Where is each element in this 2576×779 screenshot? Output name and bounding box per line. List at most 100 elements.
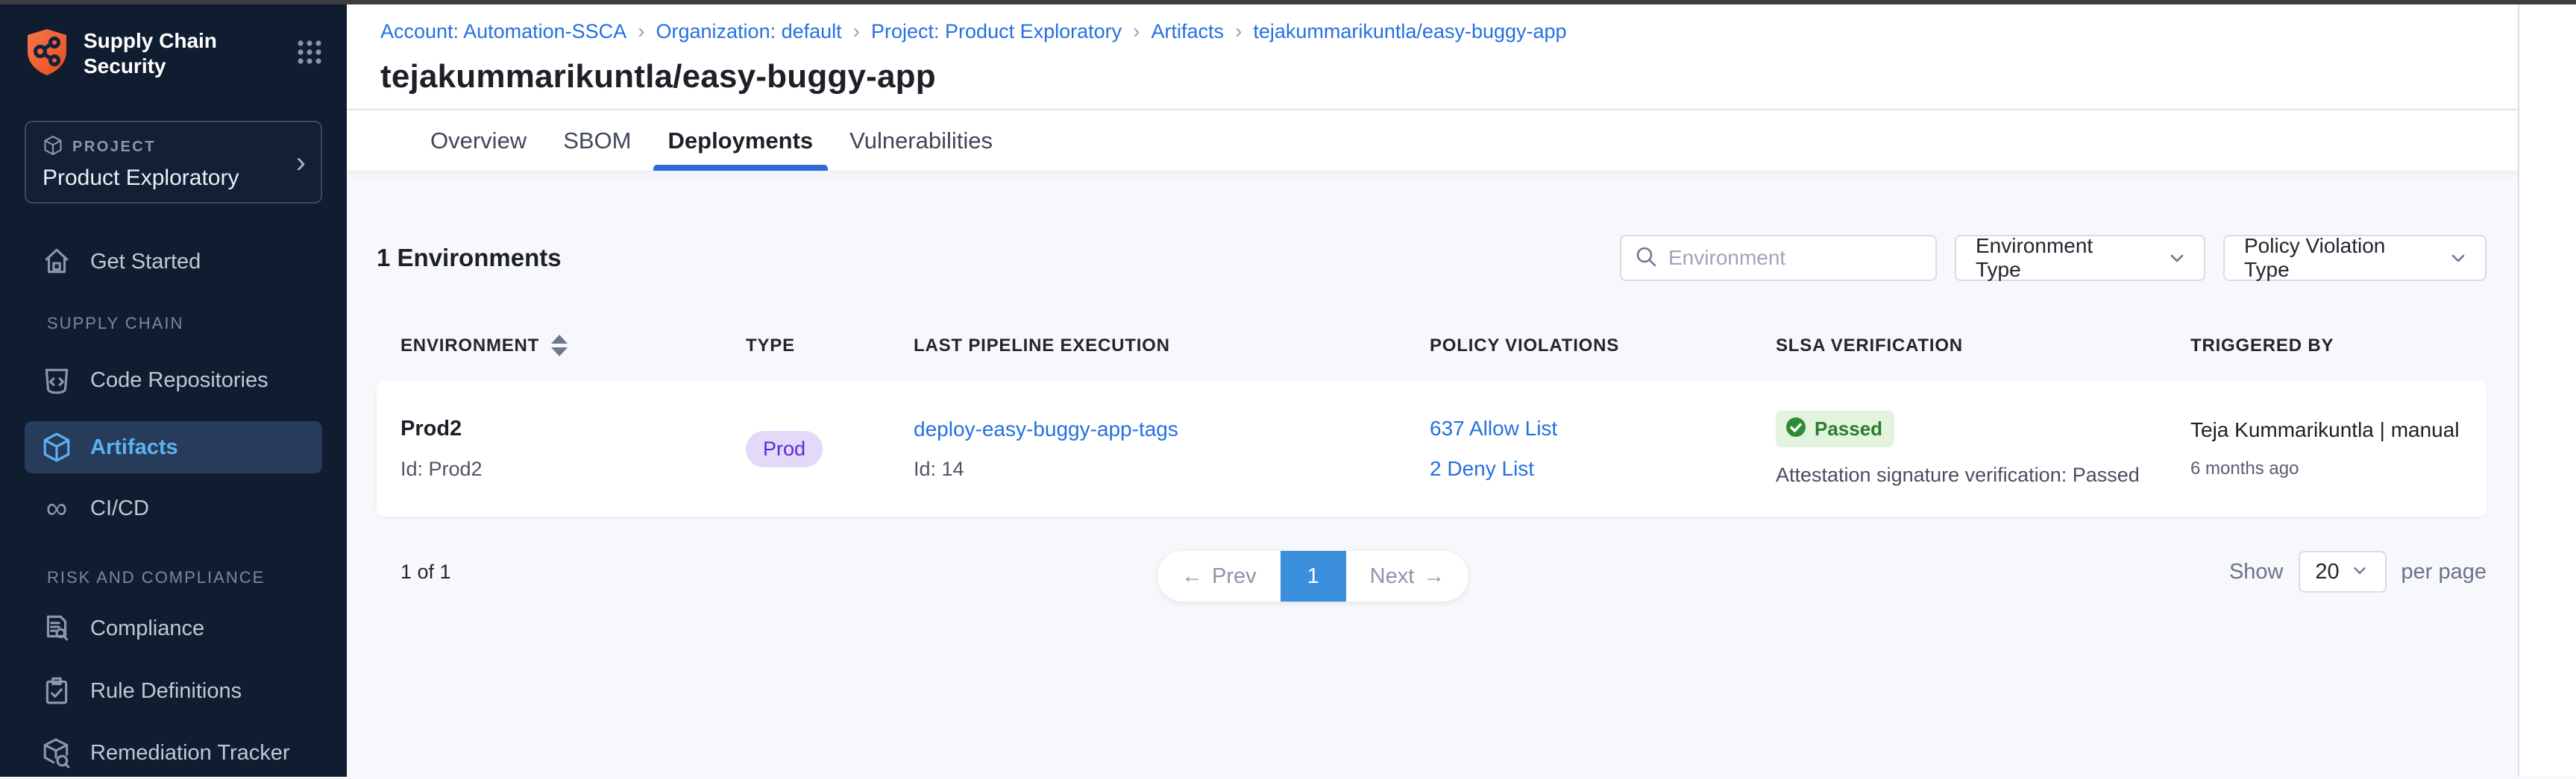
page-number-button[interactable]: 1 [1281,551,1346,602]
page-size-select[interactable]: 20 [2299,551,2387,593]
column-header-policy-violations: POLICY VIOLATIONS [1430,335,1776,356]
breadcrumb-artifacts[interactable]: Artifacts [1151,20,1224,43]
page-header: Account: Automation-SSCA › Organization:… [347,4,2518,110]
pipeline-execution-id: Id: 14 [914,458,1430,481]
main-area: Account: Automation-SSCA › Organization:… [347,4,2518,777]
environment-name: Prod2 [400,417,746,441]
tab-overview[interactable]: Overview [430,110,527,171]
environment-type-dropdown[interactable]: Environment Type [1955,235,2205,281]
sidebar: Supply Chain Security PROJECT [0,4,347,777]
page-title: tejakummarikuntla/easy-buggy-app [380,58,2518,95]
breadcrumb-account[interactable]: Account: Automation-SSCA [380,20,626,43]
chevron-right-icon: › [1133,19,1140,43]
project-label: PROJECT [72,139,156,156]
sidebar-item-label: Remediation Tracker [90,741,290,766]
artifacts-cube-icon [41,432,72,463]
project-name: Product Exploratory [43,165,306,191]
cell-type: Prod [746,431,914,467]
triggered-by-time: 6 months ago [2190,458,2487,479]
sort-icon[interactable] [551,335,568,356]
environment-search-input[interactable] [1668,246,1923,270]
infinity-icon: ∞ [41,493,72,524]
scrollbar-track[interactable] [2518,4,2576,777]
breadcrumb: Account: Automation-SSCA › Organization:… [380,19,2518,43]
project-selector[interactable]: PROJECT Product Exploratory › [25,121,322,204]
environment-type-badge: Prod [746,431,823,467]
next-page-button[interactable]: Next → [1346,551,1469,602]
app-root: Supply Chain Security PROJECT [0,4,2576,777]
toolbar: 1 Environments Environment Type [377,235,2487,281]
home-icon [41,246,72,277]
column-header-environment[interactable]: ENVIRONMENT [377,335,746,356]
code-repository-icon [41,365,72,396]
project-cube-icon [43,135,63,160]
cell-last-pipeline-execution: deploy-easy-buggy-app-tags Id: 14 [914,417,1430,481]
chevron-down-icon [2448,247,2469,268]
brand-title: Supply Chain Security [84,27,217,79]
slsa-detail: Attestation signature verification: Pass… [1776,464,2190,487]
supply-chain-security-logo-icon [22,27,72,81]
cell-environment: Prod2 Id: Prod2 [377,417,746,481]
sidebar-item-label: Compliance [90,616,204,641]
deployments-content: 1 Environments Environment Type [347,171,2518,777]
sidebar-item-label: Rule Definitions [90,679,242,704]
chevron-down-icon [2350,561,2369,584]
arrow-left-icon: ← [1181,564,1203,589]
document-search-icon [41,613,72,644]
pager: ← Prev 1 Next → [1157,551,1468,602]
sidebar-item-artifacts[interactable]: Artifacts [25,421,322,473]
sidebar-item-remediation-tracker[interactable]: Remediation Tracker [25,727,322,779]
per-page-label: per page [2401,560,2487,584]
deny-list-link[interactable]: 2 Deny List [1430,457,1776,481]
toolbar-filters: Environment Type Policy Violation Type [1620,235,2487,281]
app-switcher-grid-icon[interactable] [295,37,324,71]
sidebar-item-get-started[interactable]: Get Started [25,236,322,288]
environments-count-heading: 1 Environments [377,244,562,272]
page-summary: 1 of 1 [377,561,451,584]
tab-deployments[interactable]: Deployments [668,110,814,171]
sidebar-item-cicd[interactable]: ∞ CI/CD [25,482,322,534]
allow-list-link[interactable]: 637 Allow List [1430,417,1776,441]
chevron-down-icon [2167,247,2187,268]
search-icon [1633,244,1659,273]
show-label: Show [2229,560,2284,584]
sidebar-item-label: CI/CD [90,496,149,521]
chevron-right-icon: › [853,19,860,43]
sidebar-item-label: Artifacts [90,435,178,460]
tab-vulnerabilities[interactable]: Vulnerabilities [849,110,993,171]
per-page-group: Show 20 per page [2229,551,2487,593]
breadcrumb-project[interactable]: Project: Product Exploratory [871,20,1122,43]
column-header-last-pipeline-execution: LAST PIPELINE EXECUTION [914,335,1430,356]
chevron-right-icon: › [1235,19,1242,43]
breadcrumb-artifact-name[interactable]: tejakummarikuntla/easy-buggy-app [1253,20,1566,43]
box-wrench-icon [41,737,72,769]
sidebar-item-code-repositories[interactable]: Code Repositories [25,354,322,406]
chevron-right-icon: › [296,148,306,177]
section-label-supply-chain: SUPPLY CHAIN [25,310,322,337]
environment-search-box [1620,235,1937,281]
chevron-right-icon: › [638,19,644,43]
cell-slsa-verification: Passed Attestation signature verificatio… [1776,411,2190,487]
pagination-row: 1 of 1 ← Prev 1 Next → Show 20 [377,551,2487,593]
brand-row: Supply Chain Security [0,4,347,81]
pipeline-execution-link[interactable]: deploy-easy-buggy-app-tags [914,417,1430,441]
tab-bar: Overview SBOM Deployments Vulnerabilitie… [347,110,2518,171]
breadcrumb-organization[interactable]: Organization: default [656,20,842,43]
clipboard-check-icon [41,675,72,707]
check-circle-icon [1785,416,1807,442]
sidebar-item-compliance[interactable]: Compliance [25,602,322,655]
prev-page-button[interactable]: ← Prev [1157,551,1281,602]
sidebar-item-label: Get Started [90,250,201,274]
column-header-triggered-by: TRIGGERED BY [2190,335,2487,356]
section-label-risk-and-compliance: RISK AND COMPLIANCE [25,564,322,591]
table-header-row: ENVIRONMENT TYPE LAST PIPELINE EXECUTION… [377,335,2487,356]
table-row[interactable]: Prod2 Id: Prod2 Prod deploy-easy-buggy-a… [377,381,2487,517]
sidebar-item-label: Code Repositories [90,368,268,393]
sidebar-item-rule-definitions[interactable]: Rule Definitions [25,665,322,717]
policy-violation-type-dropdown[interactable]: Policy Violation Type [2223,235,2487,281]
arrow-right-icon: → [1423,564,1445,589]
sidebar-nav: Get Started SUPPLY CHAIN Code Repositori… [0,236,347,779]
tab-sbom[interactable]: SBOM [563,110,631,171]
column-header-slsa-verification: SLSA VERIFICATION [1776,335,2190,356]
column-header-type: TYPE [746,335,914,356]
